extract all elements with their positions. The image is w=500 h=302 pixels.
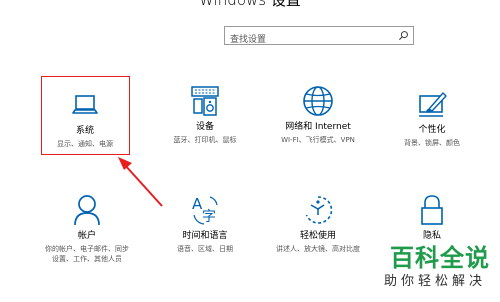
tile-time-language[interactable]: A 字 时间和语言 语音、区域、日期 (160, 193, 250, 254)
window-title: Windows 设置 (199, 0, 301, 9)
watermark-subtitle: 助你轻松解决 (383, 274, 486, 289)
tile-network-label: 网络和 Internet (285, 122, 351, 132)
search-input[interactable] (225, 31, 390, 49)
search-box[interactable] (224, 26, 414, 49)
tile-devices-label: 设备 (195, 122, 214, 132)
tile-network-desc: WI-FI、飞行模式、VPN (281, 136, 355, 144)
person-icon (74, 195, 100, 226)
tile-devices[interactable]: 设备 蓝牙、打印机、鼠标 (160, 84, 250, 145)
paint-brush-icon (419, 92, 447, 117)
tile-personalization[interactable]: 个性化 背景、锁屏、颜色 (387, 87, 477, 148)
tile-devices-desc: 蓝牙、打印机、鼠标 (173, 136, 237, 144)
globe-icon (303, 86, 333, 116)
tile-network[interactable]: 网络和 Internet WI-FI、飞行模式、VPN (273, 84, 363, 145)
ease-of-access-icon (305, 196, 333, 224)
language-time-icon: A 字 (192, 195, 218, 225)
tile-time-language-label: 时间和语言 (182, 231, 228, 241)
tile-ease-of-access-desc: 讲述人、放大镜、高对比度 (276, 245, 360, 253)
tile-personalization-desc: 背景、锁屏、颜色 (404, 139, 460, 147)
lock-icon (421, 195, 443, 225)
highlight-box (41, 76, 130, 155)
keyboard-speaker-icon (191, 86, 219, 116)
svg-text:字: 字 (202, 209, 216, 225)
tile-ease-of-access[interactable]: 轻松使用 讲述人、放大镜、高对比度 (273, 193, 363, 254)
tile-personalization-label: 个性化 (418, 125, 446, 135)
search-icon[interactable] (398, 30, 409, 41)
tile-accounts-desc-line1: 你的帐户、电子邮件、同步 (45, 245, 129, 253)
watermark-title: 百科全说 (390, 244, 490, 272)
tile-time-language-desc: 语音、区域、日期 (177, 245, 233, 253)
settings-window: Windows 设置 系统 显示、通知、电源 设备 蓝牙、打印机、鼠标 (0, 0, 500, 302)
tile-ease-of-access-label: 轻松使用 (299, 231, 336, 241)
tile-accounts-label: 帐户 (77, 231, 96, 241)
annotation-arrow (118, 157, 163, 207)
tile-privacy[interactable]: 隐私 (387, 193, 477, 242)
tile-accounts-desc-line2: 设置、工作、其他人员 (52, 255, 122, 263)
